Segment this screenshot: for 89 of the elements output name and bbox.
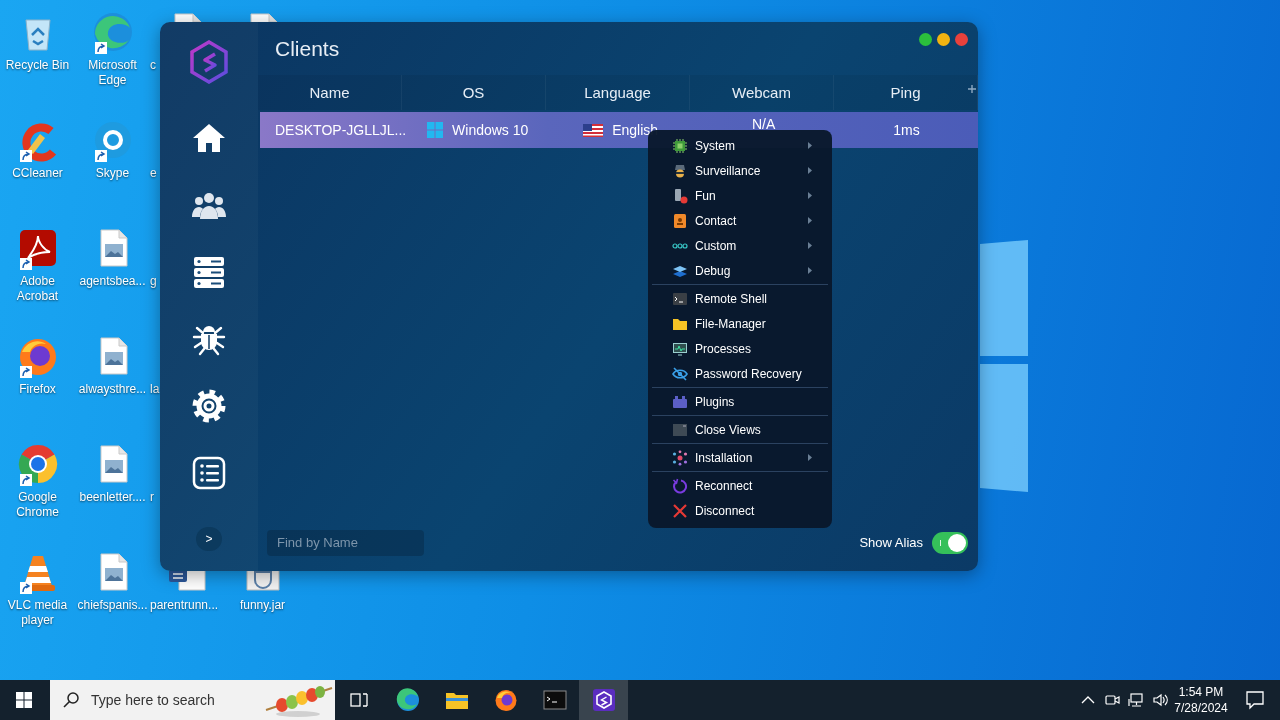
network-icon: [1128, 692, 1144, 708]
camera-icon: [1104, 692, 1120, 708]
terminal-icon: [672, 290, 688, 307]
window-icon: [672, 421, 688, 438]
taskbar-app[interactable]: [579, 680, 628, 720]
plugin-icon: [672, 393, 688, 410]
eye-icon: [672, 365, 688, 382]
desktop-icon-label: beenletter....: [79, 490, 146, 505]
desktop-icon-label: e: [150, 166, 157, 181]
monitor-icon: [672, 340, 688, 357]
menu-item[interactable]: Password Recovery: [652, 361, 828, 386]
spy-icon: [672, 162, 688, 179]
hexagon-logo-icon: [591, 688, 616, 712]
desktop-icon-label: Firefox: [19, 382, 56, 397]
table-cell: DESKTOP-JGLLJL...: [275, 122, 407, 138]
flag-icon: [583, 123, 604, 137]
desktop-icon-label: chiefspanis...: [77, 598, 148, 613]
column-header[interactable]: OS: [402, 75, 546, 110]
desktop-icon-label: Adobe Acrobat: [15, 274, 60, 304]
shortcut-arrow-icon: [19, 582, 32, 594]
menu-item[interactable]: Fun: [652, 183, 828, 208]
nodes-icon: [672, 449, 688, 466]
settings-icon: [191, 387, 227, 424]
desktop-icon-label: Recycle Bin: [5, 58, 70, 73]
desktop-icon-label: Google Chrome: [15, 490, 60, 520]
desktop-icon-label: Microsoft Edge: [87, 58, 138, 88]
add-icon[interactable]: [968, 85, 976, 93]
desktop-icon-label: VLC media player: [6, 598, 69, 628]
reconnect-icon: [672, 477, 688, 494]
menu-item[interactable]: Reconnect: [652, 473, 828, 498]
search-icon: [63, 692, 79, 708]
menu-item[interactable]: Installation: [652, 445, 828, 470]
desktop-icon-label: funny.jar: [239, 598, 286, 613]
chip-icon: [672, 137, 688, 154]
menu-item[interactable]: Surveillance: [652, 158, 828, 183]
clock-time[interactable]: 1:54 PM: [1178, 684, 1224, 700]
toggle-switch[interactable]: [932, 531, 968, 554]
terminal-icon: [542, 688, 567, 712]
desktop-icon-label: alwaysthre...: [78, 382, 147, 397]
windows-logo-icon: [16, 692, 32, 708]
clock-date[interactable]: 7/28/2024: [1174, 700, 1228, 716]
menu-item[interactable]: Custom: [652, 233, 828, 258]
menu-item[interactable]: Disconnect: [652, 498, 828, 523]
list-icon: [191, 454, 227, 491]
fox-logo-icon: [493, 688, 518, 712]
desktop-icon-label: r: [150, 490, 154, 505]
menu-item[interactable]: File-Manager: [652, 311, 828, 336]
desktop-icon-label: g: [150, 274, 157, 289]
menu-item[interactable]: Processes: [652, 336, 828, 361]
table-cell: Windows 10: [452, 122, 529, 138]
menu-item[interactable]: Plugins: [652, 389, 828, 414]
shortcut-arrow-icon: [94, 42, 107, 54]
table-cell: N/A: [751, 116, 776, 132]
desktop-icon-label: agentsbea...: [79, 274, 146, 289]
shortcut-arrow-icon: [19, 366, 32, 378]
contact-book-icon: [672, 212, 688, 229]
column-header[interactable]: Language: [546, 75, 690, 110]
hexagon-logo-icon: [189, 40, 229, 84]
desktop-icon-label: parentrunn...: [150, 598, 219, 613]
toggle-label: Show Alias: [859, 535, 923, 550]
window-control-button[interactable]: [919, 33, 932, 46]
menu-item[interactable]: Remote Shell: [652, 286, 828, 311]
desktop-icon-label: CCleaner: [12, 166, 63, 181]
menu-item[interactable]: Contact: [652, 208, 828, 233]
menu-item[interactable]: Close Views: [652, 417, 828, 442]
desktop-icon-label: c: [150, 58, 156, 73]
search-box[interactable]: Type here to search: [50, 680, 335, 720]
window-control-button[interactable]: [937, 33, 950, 46]
shortcut-arrow-icon: [19, 258, 32, 270]
close-icon: [672, 502, 688, 519]
notification-icon: [1245, 690, 1265, 710]
usb-stick-icon: [672, 187, 688, 204]
shortcut-arrow-icon: [94, 150, 107, 162]
desktop-icon-label: la: [150, 382, 160, 397]
shortcut-arrow-icon: [19, 150, 32, 162]
task-view-icon: [350, 691, 368, 709]
windows-logo-icon: [427, 122, 444, 138]
column-header[interactable]: Name: [258, 75, 402, 110]
column-header[interactable]: Webcam: [690, 75, 834, 110]
table-cell: 1ms: [893, 122, 920, 138]
desktop-icon-label: Skype: [95, 166, 130, 181]
shortcut-arrow-icon: [19, 474, 32, 486]
expand-button[interactable]: >: [196, 527, 222, 551]
column-header[interactable]: Ping: [834, 75, 978, 110]
swirl-logo-icon: [395, 688, 420, 712]
window-title: Clients: [275, 36, 340, 61]
window-control-button[interactable]: [955, 33, 968, 46]
volume-icon: [1152, 692, 1168, 708]
menu-item[interactable]: Debug: [652, 258, 828, 283]
